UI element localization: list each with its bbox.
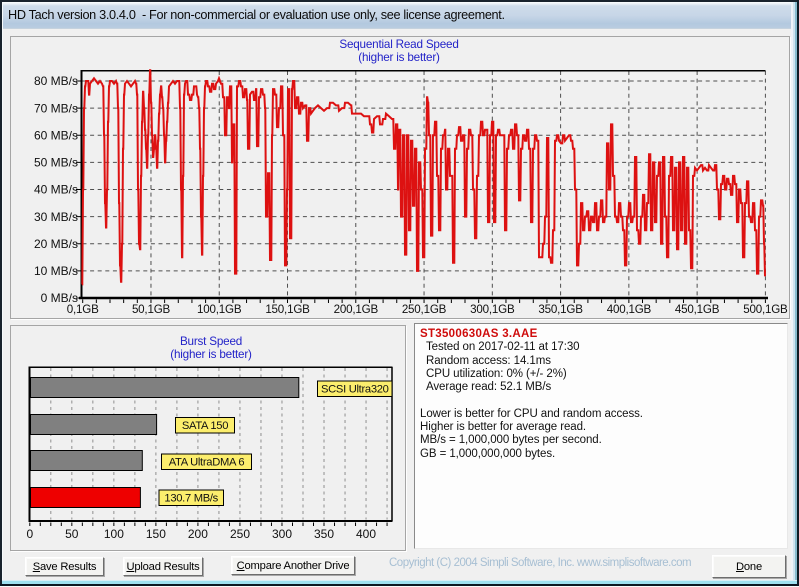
svg-text:450,1GB: 450,1GB <box>675 303 720 316</box>
svg-text:ATA UltraDMA 6: ATA UltraDMA 6 <box>169 457 245 469</box>
svg-text:SCSI Ultra320: SCSI Ultra320 <box>321 384 389 396</box>
svg-text:20 MB/s: 20 MB/s <box>34 237 78 251</box>
svg-text:300,1GB: 300,1GB <box>470 303 515 316</box>
svg-text:0: 0 <box>26 527 33 541</box>
svg-text:40 MB/s: 40 MB/s <box>34 183 78 197</box>
svg-text:200: 200 <box>188 527 208 541</box>
svg-text:500,1GB: 500,1GB <box>743 303 788 316</box>
svg-text:50,1GB: 50,1GB <box>132 303 171 316</box>
svg-text:(higher is better): (higher is better) <box>170 348 252 361</box>
svg-text:(higher is better): (higher is better) <box>358 51 440 64</box>
svg-text:100,1GB: 100,1GB <box>197 303 242 316</box>
svg-text:400,1GB: 400,1GB <box>607 303 652 316</box>
svg-text:50: 50 <box>65 527 79 541</box>
svg-text:0,1GB: 0,1GB <box>67 303 99 316</box>
svg-text:Burst Speed: Burst Speed <box>180 335 242 348</box>
svg-text:130.7 MB/s: 130.7 MB/s <box>164 493 218 505</box>
svg-text:50 MB/s: 50 MB/s <box>34 156 78 170</box>
svg-text:Sequential Read Speed: Sequential Read Speed <box>339 38 458 51</box>
svg-text:400: 400 <box>356 527 376 541</box>
svg-text:60 MB/s: 60 MB/s <box>34 128 78 142</box>
svg-text:200,1GB: 200,1GB <box>334 303 379 316</box>
svg-text:80 MB/s: 80 MB/s <box>34 74 78 88</box>
svg-text:10 MB/s: 10 MB/s <box>34 264 78 278</box>
svg-text:150,1GB: 150,1GB <box>265 303 310 316</box>
svg-text:100: 100 <box>104 527 124 541</box>
svg-text:350,1GB: 350,1GB <box>538 303 583 316</box>
svg-text:250,1GB: 250,1GB <box>402 303 447 316</box>
svg-text:300: 300 <box>272 527 292 541</box>
svg-text:SATA 150: SATA 150 <box>182 420 228 432</box>
svg-text:250: 250 <box>230 527 250 541</box>
svg-text:30 MB/s: 30 MB/s <box>34 210 78 224</box>
svg-text:70 MB/s: 70 MB/s <box>34 101 78 115</box>
svg-text:350: 350 <box>314 527 334 541</box>
svg-text:150: 150 <box>146 527 166 541</box>
